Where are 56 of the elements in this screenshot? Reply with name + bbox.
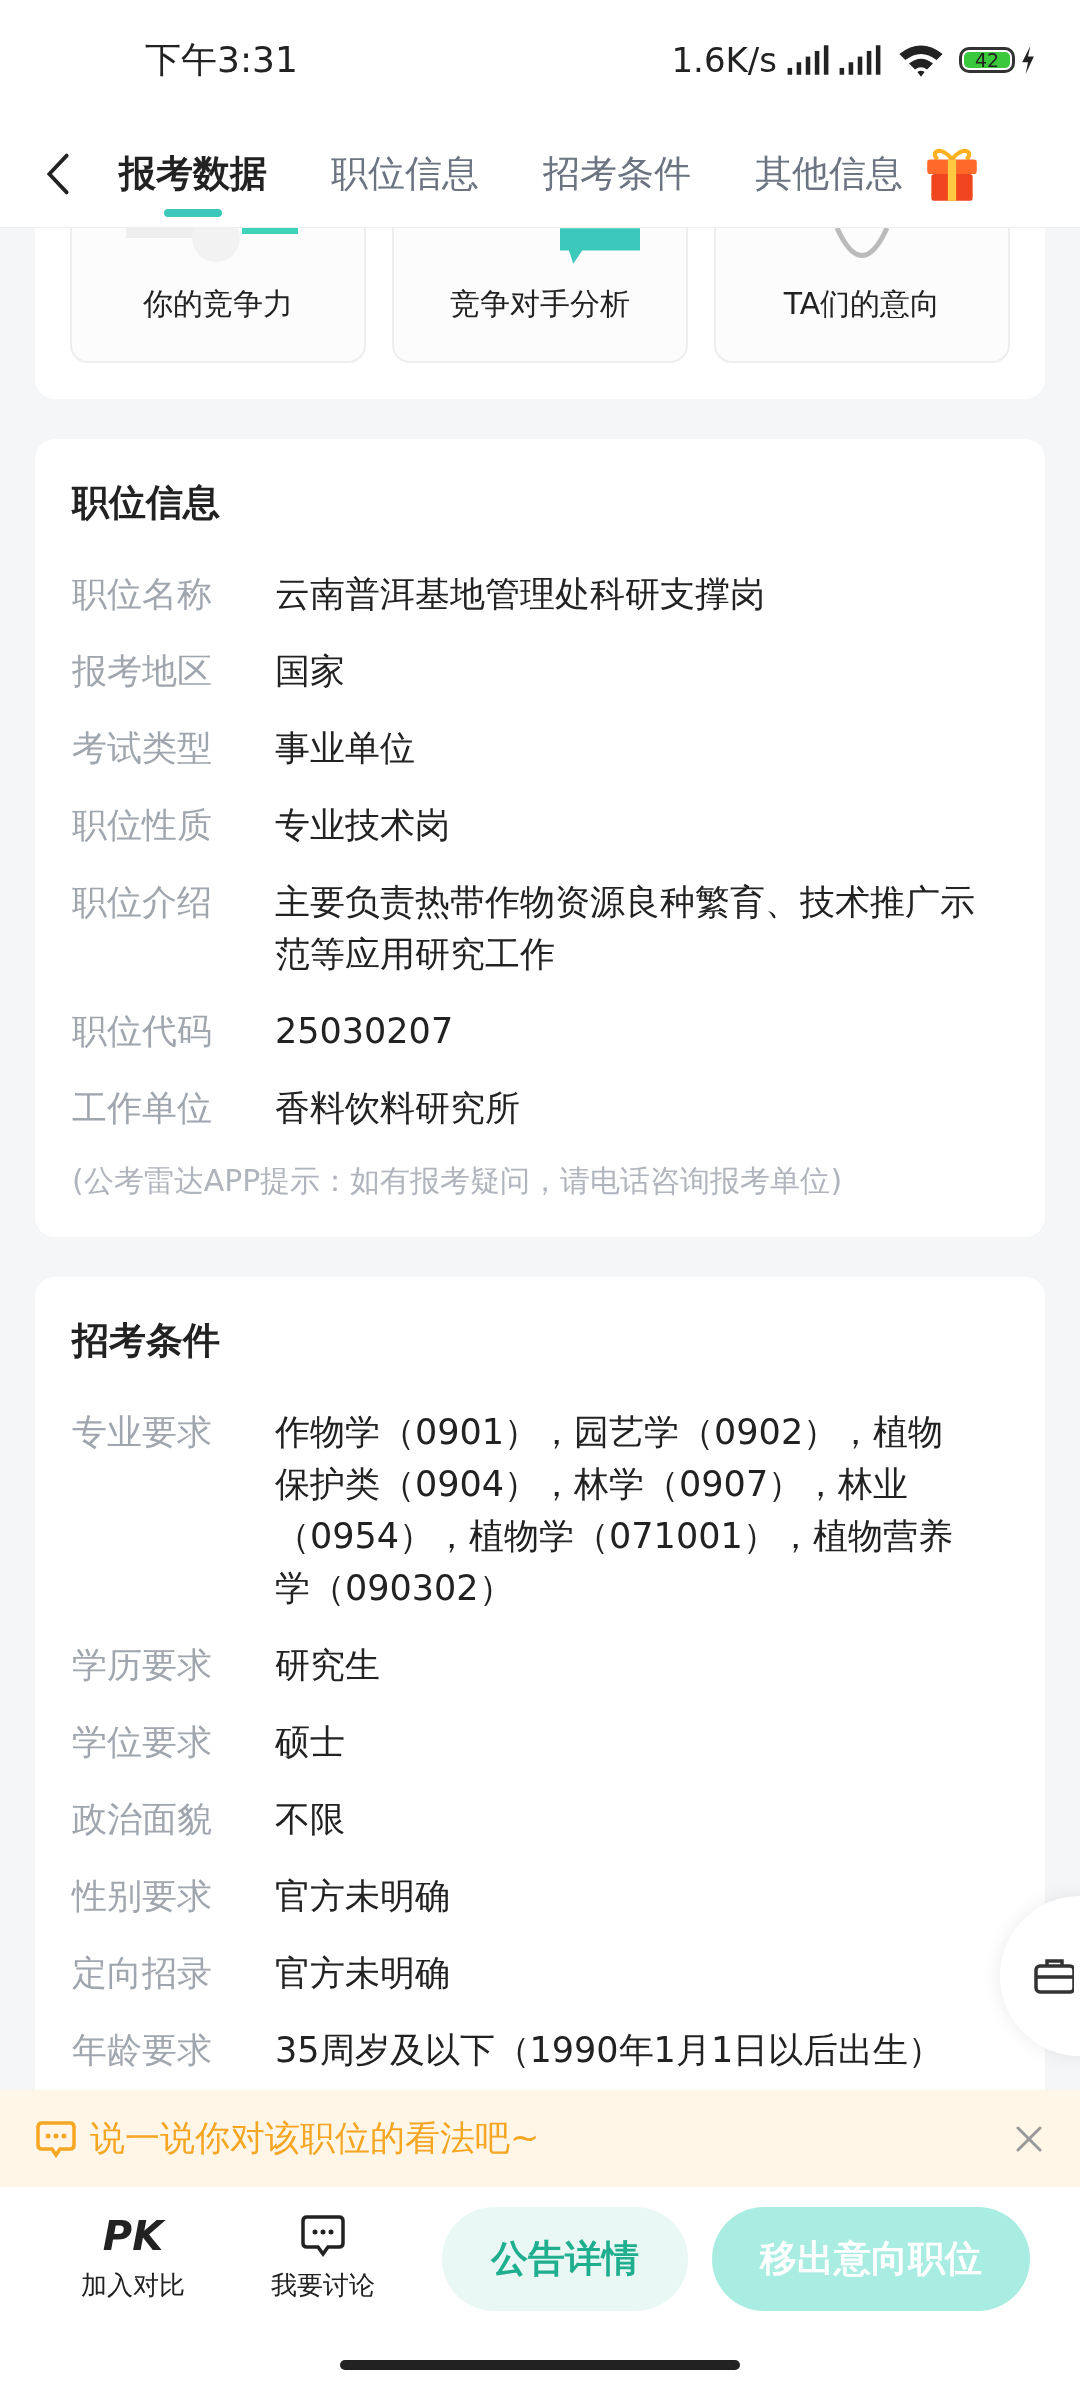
field-label: 学历要求 xyxy=(72,1644,213,1687)
field-value: 官方未明确 xyxy=(275,1875,451,1918)
field-label: 职位名称 xyxy=(72,573,213,616)
illustration-icon xyxy=(560,228,640,264)
back-icon[interactable] xyxy=(45,151,71,196)
signal-icon xyxy=(837,43,883,77)
field-value: 25030207 xyxy=(275,1010,455,1053)
action-button[interactable]: 我要讨论 xyxy=(228,2214,418,2303)
field-label: 年龄要求 xyxy=(72,2029,213,2072)
section-title: 招考条件 xyxy=(72,1318,221,1364)
field-label: 报考地区 xyxy=(72,650,213,693)
tab[interactable]: 其他信息 xyxy=(755,128,903,219)
field-value: 香料饮料研究所 xyxy=(275,1087,521,1130)
illustration-icon xyxy=(834,228,890,258)
hint-text: (公考雷达APP提示：如有报考疑问，请电话咨询报考单位) xyxy=(72,1162,844,1200)
tab[interactable]: 职位信息 xyxy=(331,128,479,219)
signal-icon xyxy=(785,43,831,77)
field-label: 职位介绍 xyxy=(72,881,213,924)
field-label: 政治面貌 xyxy=(72,1798,213,1841)
action-label: 加入对比 xyxy=(81,2269,185,2302)
field-value: 作物学（0901），园艺学（0902），植物保护类（0904），林学（0907），林业（0954），植物学（071001），植物营养学（090302） xyxy=(275,1411,954,1610)
field-value: 国家 xyxy=(275,650,346,693)
field-label: 职位代码 xyxy=(72,1010,213,1053)
banner-text: 说一说你对该职位的看法吧~ xyxy=(90,2117,541,2160)
field-value: 35周岁及以下（1990年1月1日以后出生） xyxy=(275,2029,945,2072)
field-value: 不限 xyxy=(275,1798,346,1841)
field-label: 考试类型 xyxy=(72,727,213,770)
field-label: 学位要求 xyxy=(72,1721,213,1764)
field-label: 职位性质 xyxy=(72,804,213,847)
section-title: 职位信息 xyxy=(72,480,221,526)
field-value: 云南普洱基地管理处科研支撑岗 xyxy=(275,573,766,616)
feature-tile[interactable]: 你的竞争力 xyxy=(70,228,366,363)
tab[interactable]: 招考条件 xyxy=(543,128,691,219)
tab[interactable]: 报考数据 xyxy=(119,128,267,219)
action-button[interactable]: PK 加入对比 xyxy=(38,2214,228,2303)
field-value: 研究生 xyxy=(275,1644,381,1687)
comment-icon xyxy=(36,2118,76,2159)
feature-tile[interactable]: TA们的意向 xyxy=(714,228,1010,363)
field-label: 性别要求 xyxy=(72,1875,213,1918)
status-time: 下午3:31 xyxy=(145,37,298,82)
briefcase-icon xyxy=(1034,1958,1074,1994)
field-label: 工作单位 xyxy=(72,1087,213,1130)
field-value: 官方未明确 xyxy=(275,1952,451,1995)
field-value: 硕士 xyxy=(275,1721,346,1764)
pk-glyph: PK xyxy=(102,2214,164,2258)
chat-icon xyxy=(301,2214,345,2258)
feature-tile[interactable]: 竞争对手分析 xyxy=(392,228,688,363)
field-label: 定向招录 xyxy=(72,1952,213,1995)
network-speed: 1.6K/s xyxy=(671,40,777,80)
field-value: 主要负责热带作物资源良种繁育、技术推广示范等应用研究工作 xyxy=(275,881,975,976)
battery-icon: 42 xyxy=(959,47,1015,73)
field-label: 专业要求 xyxy=(72,1411,213,1454)
action-label: 我要讨论 xyxy=(271,2269,375,2302)
field-value: 事业单位 xyxy=(275,727,416,770)
field-value: 专业技术岗 xyxy=(275,804,451,847)
charging-icon xyxy=(1021,46,1035,74)
